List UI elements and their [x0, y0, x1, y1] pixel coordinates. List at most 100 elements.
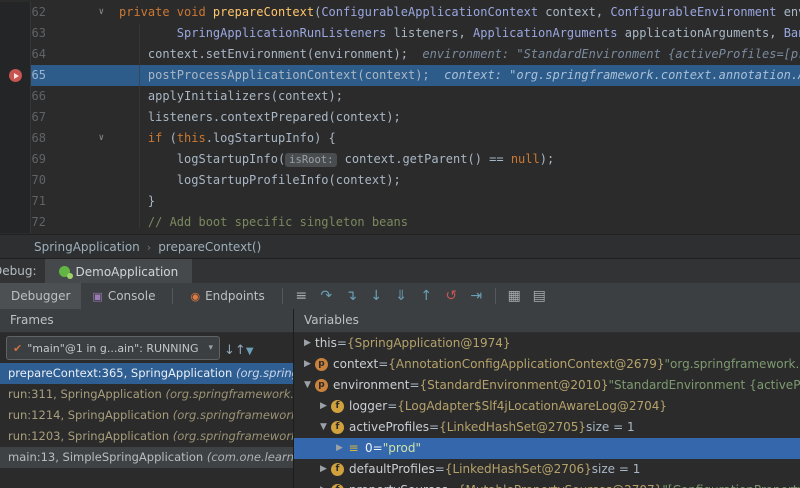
chevron-collapsed-icon[interactable]: ▶ [316, 459, 331, 480]
variable-string-value: "[ConfigurationPropertySourcesPr [662, 480, 800, 488]
variable-row[interactable]: ▶ f logger = {LogAdapter$Slf4jLocationAwar… [294, 396, 800, 417]
hide-library-frames-icon[interactable]: ▼ [246, 346, 254, 357]
code-line[interactable]: 370 logStartupProfileInfo(context); [0, 170, 800, 191]
variable-row[interactable]: ▶f propertySources = {MutablePropertySour… [294, 480, 800, 488]
code-text: logStartupProfileInfo(context); [113, 170, 401, 191]
fold-arrow-icon[interactable]: ∨ [46, 2, 113, 23]
force-step-into-icon[interactable]: ⇓ [389, 283, 414, 309]
frame-location: (com.one.learn.sp [206, 450, 293, 464]
code-line[interactable]: 363 SpringApplicationRunListeners listen… [0, 23, 800, 44]
code-text: listeners.contextPrepared(context); [113, 107, 401, 128]
tab-demo-application[interactable]: DemoApplication [44, 259, 193, 284]
chevron-collapsed-icon[interactable]: ▶ [300, 354, 315, 375]
chevron-right-icon: › [146, 240, 152, 254]
code-text: context.setEnvironment(environment); env… [113, 44, 800, 65]
code-editor[interactable]: 362∨private void prepareContext(Configur… [0, 0, 800, 236]
step-out-icon[interactable]: ↑ [414, 283, 439, 309]
code-token: context.getParent() == [337, 152, 511, 166]
code-token: logStartupInfo( [119, 152, 286, 166]
code-text: applyInitializers(context); [113, 86, 343, 107]
stack-frame[interactable]: run:1214, SpringApplication (org.springf… [0, 405, 293, 426]
code-line[interactable]: 371 } [0, 191, 800, 212]
variable-row[interactable]: ▶ f defaultProfiles = {LinkedHashSet@2706}… [294, 459, 800, 480]
code-token: listeners.contextPrepared(context); [119, 110, 401, 124]
breadcrumb-item-method[interactable]: prepareContext() [158, 240, 261, 254]
stack-frame[interactable]: run:311, SpringApplication (org.springfr… [0, 384, 293, 405]
gutter-strip [0, 44, 31, 65]
code-token: prepareContext [212, 5, 315, 19]
thread-row: ✔ "main"@1 in g...ain": RUNNING ▾ ↓↑▼ [0, 333, 293, 363]
tab-console[interactable]: ▣ Console [81, 283, 166, 309]
frame-location: (org.springframework.b [172, 408, 293, 422]
chevron-expanded-icon[interactable]: ▼ [316, 417, 331, 438]
next-frame-icon[interactable]: ↓ [224, 343, 235, 358]
code-token: } [119, 194, 156, 208]
code-line[interactable]: 368∨ if (this.logStartupInfo) { [0, 128, 800, 149]
variable-row[interactable]: ▶ this = {SpringApplication@1974} [294, 333, 800, 354]
breadcrumb-item-class[interactable]: SpringApplication [34, 240, 140, 254]
code-line[interactable]: 362∨private void prepareContext(Configur… [0, 2, 800, 23]
variable-row[interactable]: ▶ p context = {AnnotationConfigApplication… [294, 354, 800, 375]
equals-sign: = [434, 462, 445, 476]
chevron-collapsed-icon[interactable]: ▶ [332, 438, 347, 459]
stack-frame[interactable]: run:1203, SpringApplication (org.springf… [0, 426, 293, 447]
tab-endpoints-label: Endpoints [205, 289, 265, 303]
thread-selector[interactable]: ✔ "main"@1 in g...ain": RUNNING ▾ [6, 336, 220, 360]
frame-label: run:1214, SpringApplication [8, 408, 173, 422]
frame-label: run:1203, SpringApplication [8, 429, 173, 443]
line-number: 362 [31, 5, 46, 19]
show-execution-point-icon[interactable]: ↷ [314, 283, 339, 309]
gutter-strip [0, 23, 31, 44]
variable-row[interactable]: ▶ ≡ 0 = "prod" [294, 438, 800, 459]
ide-window: 362∨private void prepareContext(Configur… [0, 0, 800, 488]
run-to-cursor-icon[interactable]: ⇥ [464, 283, 489, 309]
code-token: applicationArguments, [617, 26, 784, 40]
code-line[interactable]: 365 postProcessApplicationContext(contex… [0, 65, 800, 86]
code-token: if [147, 131, 163, 145]
fold-arrow-icon[interactable]: ∨ [46, 128, 113, 149]
field-icon: f [331, 400, 344, 413]
frames-panel-title: Frames [10, 313, 54, 327]
stack-frame[interactable]: main:13, SimpleSpringApplication (com.on… [0, 447, 293, 468]
code-token: ); [539, 152, 555, 166]
breakpoint-icon[interactable] [9, 69, 22, 82]
stack-frame[interactable]: prepareContext:365, SpringApplication (o… [0, 363, 293, 384]
fold-gutter [46, 149, 113, 170]
fold-gutter [46, 65, 113, 86]
chevron-expanded-icon[interactable]: ▼ [300, 375, 315, 396]
chevron-collapsed-icon[interactable]: ▶ [300, 333, 315, 354]
variable-row[interactable]: ▼ p environment = {StandardEnvironment@201… [294, 375, 800, 396]
line-number: 368 [31, 131, 46, 145]
code-token: postProcessApplicationContext(context); [119, 68, 430, 82]
step-into-icon[interactable]: ↓ [364, 283, 389, 309]
fold-gutter [46, 212, 113, 233]
debug-window-label: Debug: [0, 264, 37, 278]
tab-console-label: Console [107, 289, 156, 303]
chevron-collapsed-icon[interactable]: ▶ [316, 480, 331, 488]
chevron-collapsed-icon[interactable]: ▶ [316, 396, 331, 417]
code-token: logStartupProfileInfo(context); [119, 173, 401, 187]
code-line[interactable]: 364 context.setEnvironment(environment);… [0, 44, 800, 65]
breakpoint-gutter[interactable] [0, 65, 31, 86]
previous-frame-icon[interactable]: ↑ [235, 343, 246, 358]
variable-string-value: "StandardEnvironment {activeProfiles=[pr… [608, 378, 800, 392]
tab-debugger[interactable]: Debugger [0, 283, 82, 309]
code-text: // Add boot specific singleton beans [113, 212, 408, 233]
variable-row[interactable]: ▼ f activeProfiles = {LinkedHashSet@2705} … [294, 417, 800, 438]
code-line[interactable]: 369 logStartupInfo(isRoot: context.getPa… [0, 149, 800, 170]
layout-menu-icon[interactable]: ≡ [289, 283, 314, 309]
fold-gutter [46, 44, 113, 65]
code-line[interactable]: 366 applyInitializers(context); [0, 86, 800, 107]
layout-grid-icon[interactable]: ▤ [527, 283, 552, 309]
drop-frame-icon[interactable]: ↺ [439, 283, 464, 309]
code-line[interactable]: 367 listeners.contextPrepared(context); [0, 107, 800, 128]
code-token: context.setEnvironment(environment); [119, 47, 408, 61]
fold-gutter [46, 23, 113, 44]
view-as-table-icon[interactable]: ▦ [502, 283, 527, 309]
step-over-icon[interactable]: ↴ [339, 283, 364, 309]
tab-endpoints[interactable]: ◉ Endpoints [179, 283, 275, 309]
code-line[interactable]: 372 // Add boot specific singleton beans [0, 212, 800, 233]
frame-label: run:311, SpringApplication [8, 387, 166, 401]
equals-sign: = [378, 357, 389, 371]
parameter-icon: p [315, 379, 328, 392]
